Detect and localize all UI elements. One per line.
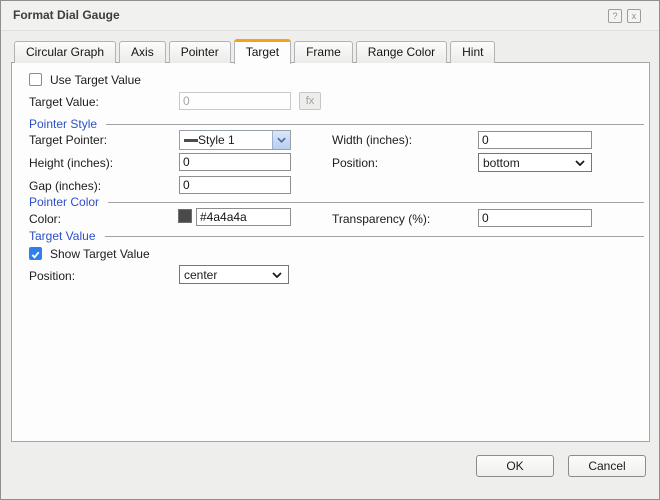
transparency-label: Transparency (%): [332, 212, 431, 226]
transparency-input[interactable] [478, 209, 592, 227]
gap-inches-input[interactable] [179, 176, 291, 194]
target-value-input[interactable] [179, 92, 291, 110]
target-pointer-value: Style 1 [198, 133, 235, 147]
tab-circular-graph[interactable]: Circular Graph [14, 41, 117, 63]
target-value-section-header: Target Value [29, 230, 644, 243]
tab-target[interactable]: Target [233, 39, 292, 64]
use-target-value-checkbox[interactable] [29, 73, 42, 86]
section-rule [108, 202, 644, 203]
tab-pointer[interactable]: Pointer [168, 41, 231, 63]
show-target-value-label: Show Target Value [50, 247, 150, 261]
pointer-color-section-header: Pointer Color [29, 196, 644, 209]
close-icon[interactable]: x [627, 9, 641, 23]
pointer-color-section-title: Pointer Color [29, 195, 100, 209]
target-value-section-title: Target Value [29, 229, 96, 243]
checkmark-icon [31, 251, 40, 259]
height-inches-label: Height (inches): [29, 156, 114, 170]
pointer-position-select[interactable]: bottom [478, 153, 592, 172]
dialog-title: Format Dial Gauge [13, 8, 120, 22]
value-position-value: center [184, 267, 218, 282]
tab-hint[interactable]: Hint [450, 41, 496, 63]
color-value-input[interactable] [196, 208, 291, 226]
chevron-down-icon [277, 137, 286, 143]
gap-inches-label: Gap (inches): [29, 179, 102, 193]
titlebar: Format Dial Gauge ? x [1, 1, 659, 31]
value-position-label: Position: [29, 269, 76, 283]
pointer-style-section-header: Pointer Style [29, 118, 644, 131]
pointer-position-label: Position: [332, 156, 379, 170]
chevron-down-icon [575, 159, 585, 166]
target-pointer-label: Target Pointer: [29, 133, 108, 147]
width-inches-input[interactable] [478, 131, 592, 149]
tab-range-color[interactable]: Range Color [355, 41, 448, 63]
show-target-value-checkbox[interactable] [29, 247, 42, 260]
section-rule [106, 124, 644, 125]
color-swatch[interactable] [178, 209, 192, 223]
target-value-label: Target Value: [29, 95, 99, 109]
section-rule [104, 236, 644, 237]
width-inches-label: Width (inches): [332, 133, 413, 147]
height-inches-input[interactable] [179, 153, 291, 171]
pointer-position-value: bottom [483, 155, 520, 170]
color-label: Color: [29, 212, 62, 226]
help-icon[interactable]: ? [608, 9, 622, 23]
format-dial-gauge-dialog: Format Dial Gauge ? x Circular Graph Axi… [0, 0, 660, 500]
use-target-value-label: Use Target Value [50, 73, 141, 87]
ok-button[interactable]: OK [476, 455, 554, 477]
combo-arrow-button[interactable] [272, 131, 290, 149]
fx-formula-button[interactable]: fx [299, 92, 321, 110]
tab-frame[interactable]: Frame [294, 41, 353, 63]
cancel-button[interactable]: Cancel [568, 455, 646, 477]
value-position-select[interactable]: center [179, 265, 289, 284]
line-style-icon [184, 138, 198, 142]
pointer-style-section-title: Pointer Style [29, 117, 98, 131]
tab-content-panel: Use Target Value Target Value: fx Pointe… [11, 62, 650, 442]
tab-axis[interactable]: Axis [119, 41, 166, 63]
target-pointer-select[interactable]: Style 1 [179, 130, 291, 150]
chevron-down-icon [272, 271, 282, 278]
tab-bar: Circular Graph Axis Pointer Target Frame… [14, 38, 496, 64]
